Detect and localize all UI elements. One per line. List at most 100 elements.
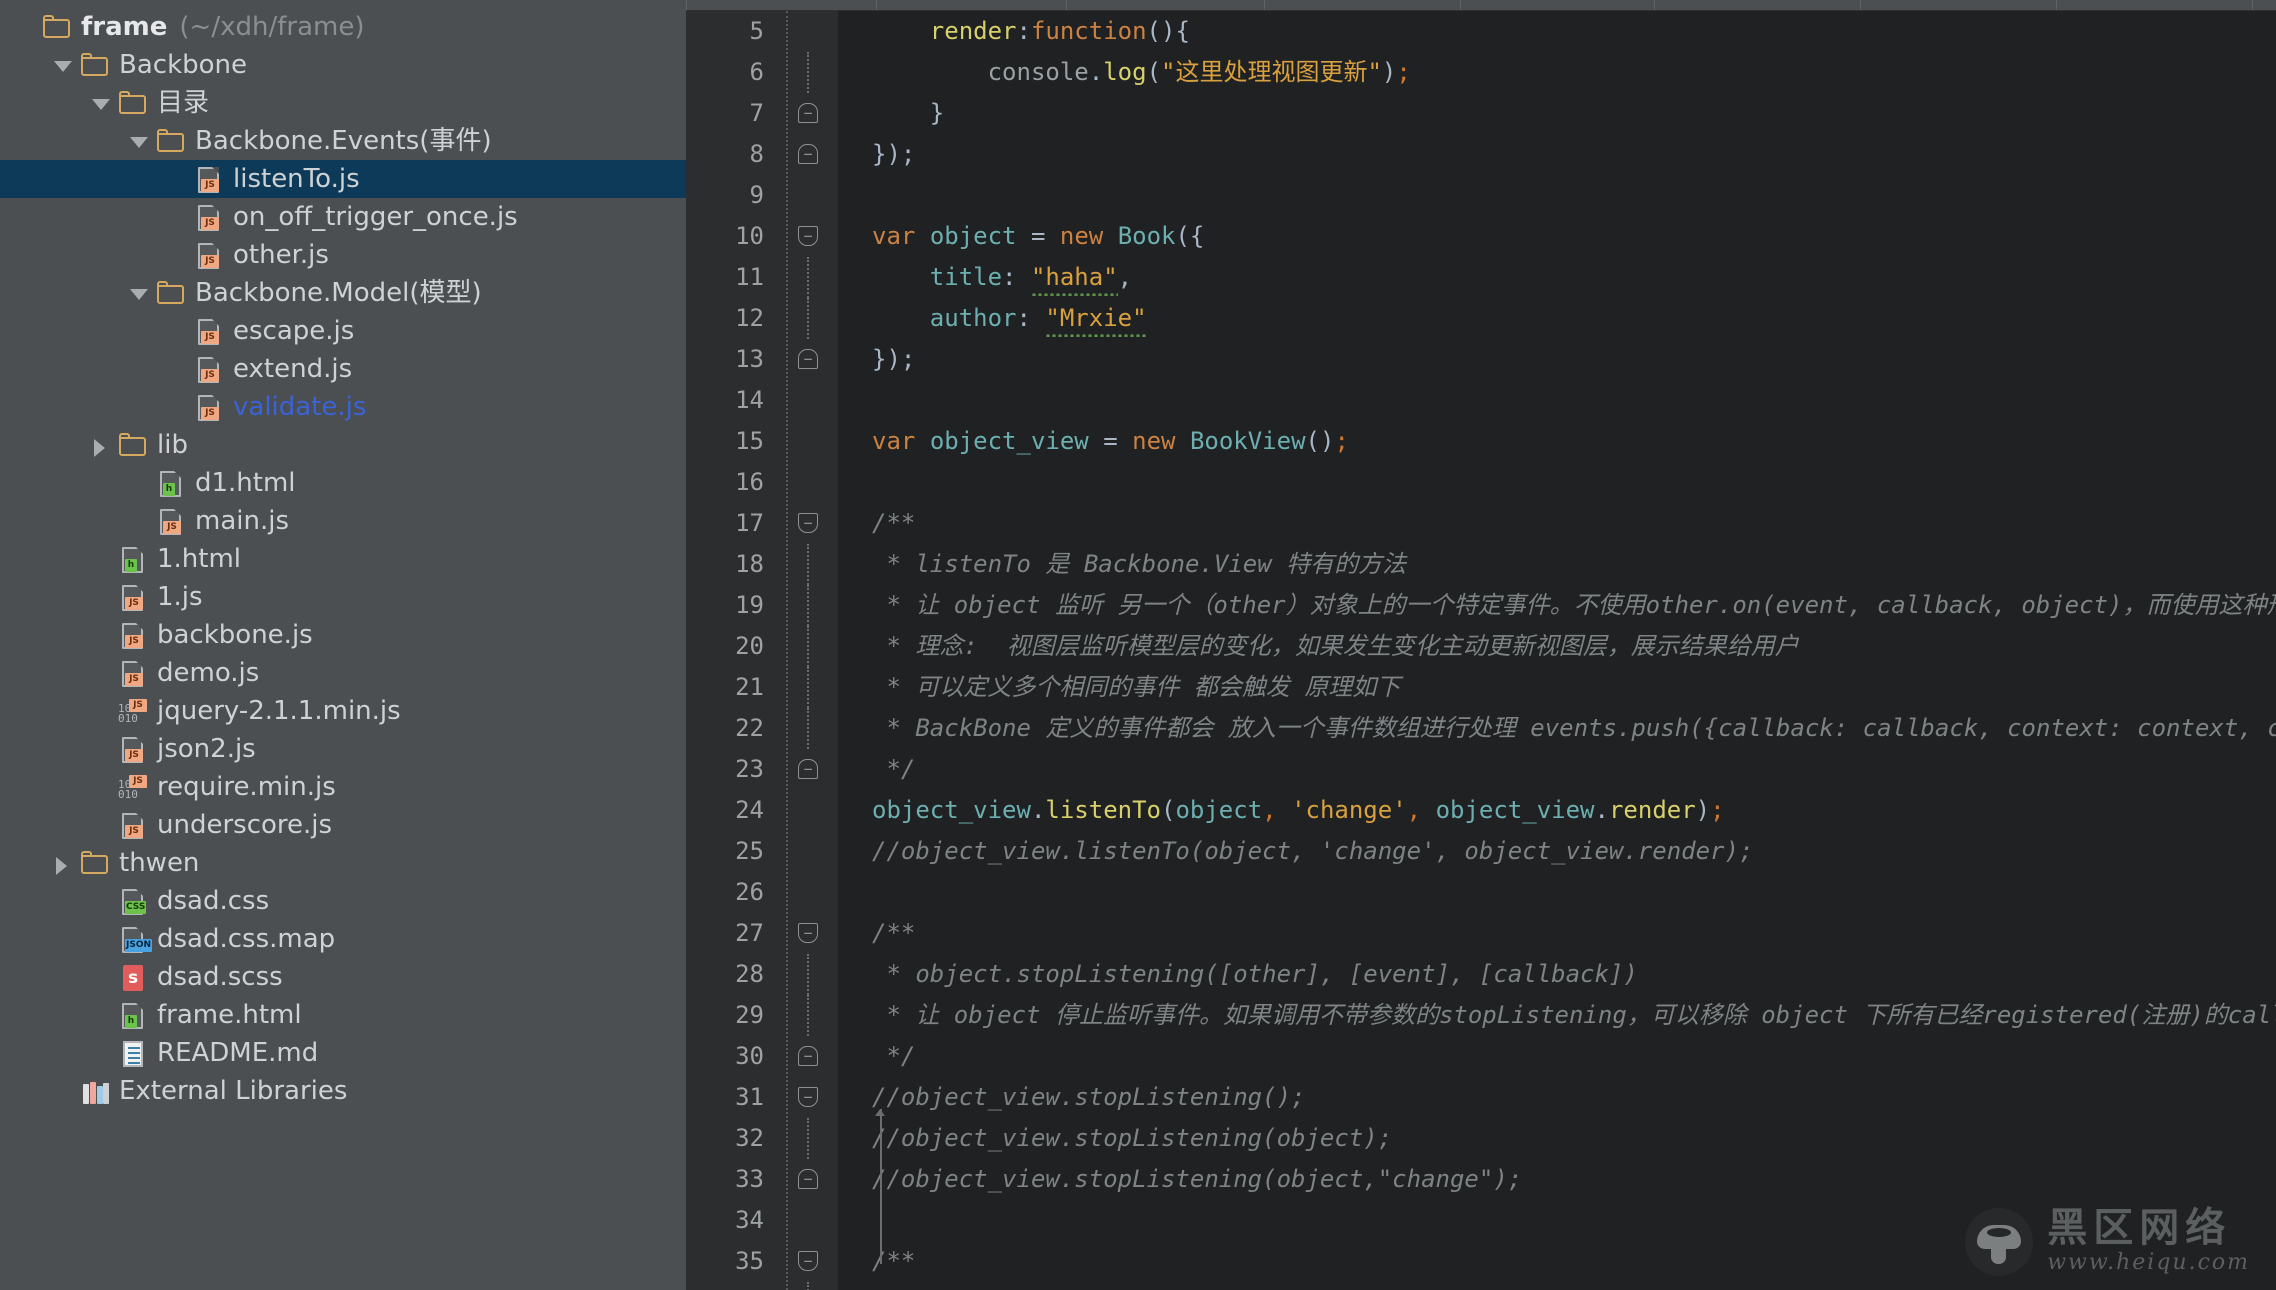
- code-text: author: "Mrxie": [872, 298, 1147, 340]
- code-text: * 让 object 监听 另一个（other）对象上的一个特定事件。不使用ot…: [872, 591, 2276, 619]
- editor-body[interactable]: 5 render:function(){6 console.log("这里处理视…: [686, 11, 2276, 1290]
- code-line[interactable]: 27 − /**: [686, 913, 2276, 954]
- editor-tab-strip[interactable]: [686, 0, 2276, 11]
- code-line[interactable]: 24 object_view.listenTo(object, 'change',…: [686, 790, 2276, 831]
- chevron-down-icon[interactable]: [88, 90, 114, 116]
- chevron-down-icon[interactable]: [126, 280, 152, 306]
- tree-item-external-libraries[interactable]: External Libraries: [0, 1072, 686, 1110]
- tree-item-dsad-scss[interactable]: dsad.scss: [0, 958, 686, 996]
- line-number: 19: [735, 591, 764, 619]
- tree-item-backbone[interactable]: Backbone: [0, 46, 686, 84]
- fold-region-bar: [794, 52, 822, 93]
- tree-item-underscore-js[interactable]: JS underscore.js: [0, 806, 686, 844]
- fold-collapse-icon[interactable]: −: [794, 1241, 822, 1282]
- fold-collapse-icon[interactable]: −: [794, 913, 822, 954]
- code-line[interactable]: 34: [686, 1200, 2276, 1241]
- code-line[interactable]: 36 * object.listenToOnce(other, event, c…: [686, 1282, 2276, 1290]
- tree-item-backbone-events[interactable]: Backbone.Events(事件): [0, 122, 686, 160]
- code-line[interactable]: 13 −});: [686, 339, 2276, 380]
- code-line[interactable]: 22 * BackBone 定义的事件都会 放入一个事件数组进行处理 event…: [686, 708, 2276, 749]
- code-line[interactable]: 9: [686, 175, 2276, 216]
- tree-item-lib[interactable]: lib: [0, 426, 686, 464]
- code-line[interactable]: 10 − var object = new Book({: [686, 216, 2276, 257]
- code-line[interactable]: 28 * object.stopListening([other], [even…: [686, 954, 2276, 995]
- code-line[interactable]: 21 * 可以定义多个相同的事件 都会触发 原理如下: [686, 667, 2276, 708]
- project-tree[interactable]: frame (~/xdh/frame) Backbone 目录 Backbone.Eve…: [0, 0, 686, 1110]
- code-line[interactable]: 23 − */: [686, 749, 2276, 790]
- code-text: /**: [872, 509, 916, 537]
- tree-item-dsad-css-map[interactable]: JSON dsad.css.map: [0, 920, 686, 958]
- tree-item-backbone-model[interactable]: Backbone.Model(模型): [0, 274, 686, 312]
- code-line[interactable]: 14: [686, 380, 2276, 421]
- tree-item-dsad-css[interactable]: CSS dsad.css: [0, 882, 686, 920]
- tree-item-json2-js[interactable]: JS json2.js: [0, 730, 686, 768]
- fold-end-icon[interactable]: −: [794, 1036, 822, 1077]
- tree-item-on-off-trigger-once-js[interactable]: JS on_off_trigger_once.js: [0, 198, 686, 236]
- code-line[interactable]: 18 * listenTo 是 Backbone.View 特有的方法: [686, 544, 2276, 585]
- line-number: 31: [735, 1083, 764, 1111]
- tree-item-frame-html[interactable]: h frame.html: [0, 996, 686, 1034]
- tree-item-backbone-js[interactable]: JS backbone.js: [0, 616, 686, 654]
- tree-item-main-js[interactable]: JS main.js: [0, 502, 686, 540]
- tree-item-other-js[interactable]: JS other.js: [0, 236, 686, 274]
- tree-item-extend-js[interactable]: JS extend.js: [0, 350, 686, 388]
- chevron-right-icon[interactable]: [88, 432, 114, 458]
- tree-item-validate-js[interactable]: JS validate.js: [0, 388, 686, 426]
- tree-item-jquery-2-1-1-min-js[interactable]: 10 010 JS jquery-2.1.1.min.js: [0, 692, 686, 730]
- tree-item-listento-js[interactable]: JS listenTo.js: [0, 160, 686, 198]
- code-line[interactable]: 11 title: "haha",: [686, 257, 2276, 299]
- code-line[interactable]: 20 * 理念: 视图层监听模型层的变化，如果发生变化主动更新视图层，展示结果给…: [686, 626, 2276, 667]
- code-line[interactable]: 29 * 让 object 停止监听事件。如果调用不带参数的stopListen…: [686, 995, 2276, 1036]
- folder-icon: [156, 126, 186, 156]
- code-line[interactable]: 35 − /**: [686, 1241, 2276, 1282]
- code-line[interactable]: 19 * 让 object 监听 另一个（other）对象上的一个特定事件。不使…: [686, 585, 2276, 626]
- code-line[interactable]: 26: [686, 872, 2276, 913]
- fold-end-icon[interactable]: −: [794, 1159, 822, 1200]
- code-line[interactable]: 30 − */: [686, 1036, 2276, 1077]
- tree-item-label: 1.html: [157, 544, 242, 574]
- code-line[interactable]: 32 //object_view.stopListening(object);: [686, 1118, 2276, 1159]
- code-line[interactable]: 16: [686, 462, 2276, 503]
- html-icon: h: [118, 1000, 148, 1030]
- code-line[interactable]: 5 render:function(){: [686, 11, 2276, 52]
- fold-region-bar: [794, 667, 822, 708]
- chevron-down-icon[interactable]: [50, 52, 76, 78]
- code-line[interactable]: 6 console.log("这里处理视图更新");: [686, 52, 2276, 93]
- js-icon: JS: [118, 658, 148, 688]
- chevron-right-icon[interactable]: [50, 850, 76, 876]
- code-line[interactable]: 33 − //object_view.stopListening(object,"c…: [686, 1159, 2276, 1200]
- fold-end-icon[interactable]: −: [794, 134, 822, 175]
- tree-item-label: dsad.css.map: [157, 924, 336, 954]
- code-line[interactable]: 7 − }: [686, 93, 2276, 134]
- fold-end-icon[interactable]: −: [794, 339, 822, 380]
- tree-item-readme-md[interactable]: README.md: [0, 1034, 686, 1072]
- js-icon: JS: [194, 202, 224, 232]
- tree-item-require-min-js[interactable]: 10 010 JS require.min.js: [0, 768, 686, 806]
- tree-item-escape-js[interactable]: JS escape.js: [0, 312, 686, 350]
- tree-item-1-html[interactable]: h 1.html: [0, 540, 686, 578]
- tree-item-[interactable]: 目录: [0, 84, 686, 122]
- code-line[interactable]: 15 var object_view = new BookView();: [686, 421, 2276, 462]
- tree-item-demo-js[interactable]: JS demo.js: [0, 654, 686, 692]
- code-line[interactable]: 25 //object_view.listenTo(object, 'change…: [686, 831, 2276, 872]
- code-line[interactable]: 12 author: "Mrxie": [686, 298, 2276, 340]
- code-line[interactable]: 17 − /**: [686, 503, 2276, 544]
- fold-end-icon[interactable]: −: [794, 93, 822, 134]
- tree-item-label: underscore.js: [157, 810, 333, 840]
- code-line[interactable]: 8 −});: [686, 134, 2276, 175]
- tree-item-thwen[interactable]: thwen: [0, 844, 686, 882]
- fold-collapse-icon[interactable]: −: [794, 1077, 822, 1118]
- code-text: * listenTo 是 Backbone.View 特有的方法: [872, 550, 1407, 578]
- tree-item-frame[interactable]: frame (~/xdh/frame): [0, 8, 686, 46]
- fold-collapse-icon[interactable]: −: [794, 503, 822, 544]
- fold-collapse-icon[interactable]: −: [794, 216, 822, 257]
- line-number: 10: [735, 222, 764, 250]
- chevron-down-icon[interactable]: [126, 128, 152, 154]
- tree-item-1-js[interactable]: JS 1.js: [0, 578, 686, 616]
- code-text: var object = new Book({: [872, 222, 1205, 250]
- code-lines[interactable]: 5 render:function(){6 console.log("这里处理视…: [686, 11, 2276, 1290]
- code-line[interactable]: 31 − //object_view.stopListening();: [686, 1077, 2276, 1118]
- md-icon: [118, 1038, 148, 1068]
- tree-item-d1-html[interactable]: h d1.html: [0, 464, 686, 502]
- fold-end-icon[interactable]: −: [794, 749, 822, 790]
